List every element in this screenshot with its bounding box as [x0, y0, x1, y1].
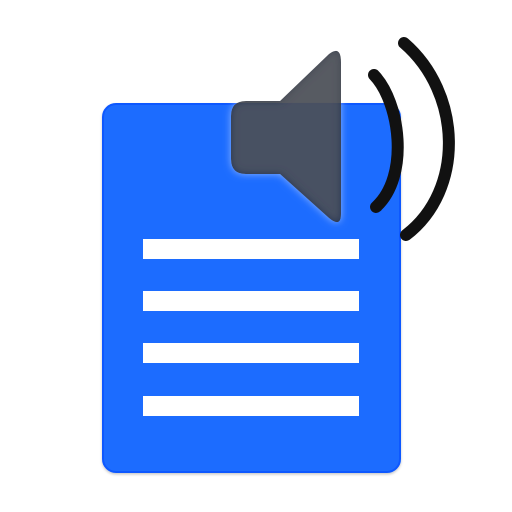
sound-wave-outer: [398, 37, 455, 241]
icon-canvas: [0, 0, 512, 512]
text-line: [143, 343, 359, 363]
text-line: [143, 396, 359, 416]
text-line: [143, 291, 359, 311]
text-line: [143, 239, 359, 259]
text-to-speech-app-icon: [102, 37, 455, 473]
